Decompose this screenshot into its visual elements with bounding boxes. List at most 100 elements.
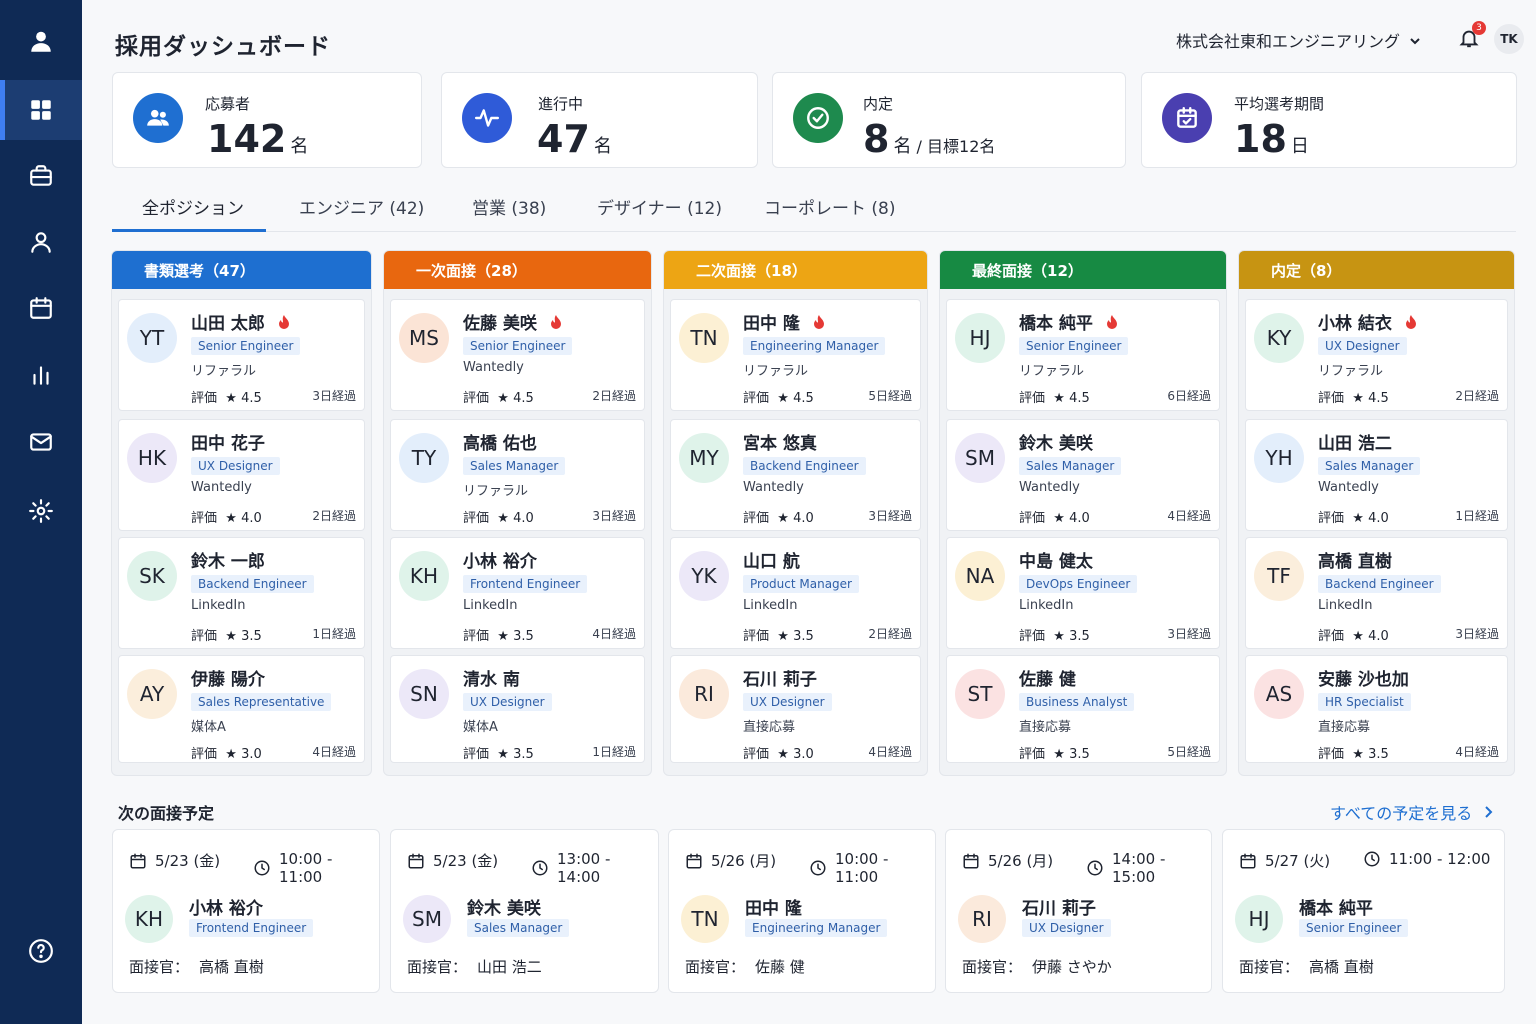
candidate-name: 小林 裕介 [463, 552, 537, 572]
candidate-days-elapsed: 2日経過 [1455, 389, 1499, 403]
candidate-days-elapsed: 1日経過 [1455, 509, 1499, 523]
candidate-card[interactable]: MS 佐藤 美咲 Senior Engineer Wantedly 評価 ★ 4.5 2日… [390, 299, 645, 411]
candidate-source: 媒体A [463, 720, 498, 735]
candidate-rating: 評価 ★ 4.5 [1019, 391, 1090, 406]
sidebar-item-jobs[interactable] [0, 146, 82, 206]
interview-card[interactable]: 5/23 (金) 10:00 - 11:00 KH 小林 裕介 Frontend Eng… [112, 829, 380, 993]
interview-card[interactable]: 5/26 (月) 14:00 - 15:00 RI 石川 莉子 UX Designer 面… [945, 829, 1212, 993]
candidate-name-row: 橋本 純平 [1019, 309, 1119, 334]
stage-column: 書類選考（47） YT 山田 太郎 Senior Engineer リファラル 評価 ★ … [111, 250, 372, 776]
clock-icon [1086, 859, 1104, 877]
candidate-role-badge: Product Manager [743, 575, 859, 593]
candidate-card[interactable]: HK 田中 花子 UX Designer Wantedly 評価 ★ 4.0 2日経過 [118, 419, 365, 531]
candidate-source: リファラル [1318, 364, 1384, 379]
candidate-card[interactable]: SK 鈴木 一郎 Backend Engineer LinkedIn 評価 ★ 3.5 1… [118, 537, 365, 649]
clock-icon [1363, 850, 1381, 868]
page-title: 採用ダッシュボード [115, 34, 331, 60]
candidate-name: 山口 航 [743, 552, 800, 572]
candidate-card[interactable]: AS 安藤 沙也加 HR Specialist 直接応募 評価 ★ 3.5 4日経過 [1245, 655, 1508, 763]
candidate-card[interactable]: HJ 橋本 純平 Senior Engineer リファラル 評価 ★ 4.5 6日経過 [946, 299, 1220, 411]
candidate-avatar: KY [1254, 313, 1304, 363]
candidate-name: 山田 浩二 [1318, 434, 1392, 454]
candidate-name-row: 石川 莉子 [743, 665, 817, 690]
interview-card[interactable]: 5/26 (月) 10:00 - 11:00 TN 田中 隆 Engineering M… [668, 829, 936, 993]
tab-all-positions[interactable]: 全ポジション [142, 194, 244, 219]
candidate-source: Wantedly [191, 480, 252, 495]
tab-designer[interactable]: デザイナー (12) [597, 194, 722, 219]
sidebar-item-settings[interactable] [0, 481, 82, 541]
candidate-card[interactable]: KY 小林 結衣 UX Designer リファラル 評価 ★ 4.5 2日経過 [1245, 299, 1508, 411]
interviewer: 面接官： 高橋 直樹 [1239, 958, 1374, 976]
candidate-avatar: TF [1254, 551, 1304, 601]
candidate-name: 佐藤 美咲 [463, 314, 537, 334]
sidebar-item-messages[interactable] [0, 412, 82, 472]
tab-corporate[interactable]: コーポレート (8) [764, 194, 895, 219]
candidate-avatar: KH [399, 551, 449, 601]
candidate-name: 橋本 純平 [1299, 899, 1373, 919]
candidate-card[interactable]: NA 中島 健太 DevOps Engineer LinkedIn 評価 ★ 3.5 3日… [946, 537, 1220, 649]
candidate-source: LinkedIn [1318, 598, 1373, 613]
position-tabs: 全ポジション エンジニア (42) 営業 (38) デザイナー (12) コーポ… [112, 186, 1516, 232]
sidebar-item-dashboard[interactable] [0, 80, 82, 140]
candidate-name: 田中 隆 [745, 899, 802, 919]
candidate-name-row: 山田 浩二 [1318, 429, 1392, 454]
interview-time: 10:00 - 11:00 [809, 850, 935, 886]
users-icon [133, 93, 183, 143]
candidate-name-row: 山口 航 [743, 547, 800, 572]
sidebar-item-reports[interactable] [0, 345, 82, 405]
candidate-avatar: HK [127, 433, 177, 483]
candidate-rating: 評価 ★ 3.0 [743, 747, 814, 762]
see-all-interviews-link[interactable]: すべての予定を見る [1330, 800, 1494, 824]
interview-time: 13:00 - 14:00 [531, 850, 658, 886]
candidate-name: 高橋 直樹 [1318, 552, 1392, 572]
sidebar-item-profile[interactable] [0, 12, 82, 72]
candidate-days-elapsed: 1日経過 [592, 745, 636, 759]
fire-icon [1105, 314, 1119, 330]
candidate-role-badge: UX Designer [1318, 337, 1407, 355]
chevron-right-icon [1485, 806, 1493, 818]
candidate-card[interactable]: YT 山田 太郎 Senior Engineer リファラル 評価 ★ 4.5 3日経過 [118, 299, 365, 411]
candidate-name-row: 安藤 沙也加 [1318, 665, 1409, 690]
candidate-card[interactable]: TN 田中 隆 Engineering Manager リファラル 評価 ★ 4.5 5日… [670, 299, 921, 411]
clock-icon [809, 859, 827, 877]
calendar-icon [685, 852, 703, 870]
candidate-card[interactable]: KH 小林 裕介 Frontend Engineer LinkedIn 評価 ★ 3.5… [390, 537, 645, 649]
interview-card[interactable]: 5/27 (火) 11:00 - 12:00 HJ 橋本 純平 Senior Engin… [1222, 829, 1505, 993]
candidate-card[interactable]: SN 清水 南 UX Designer 媒体A 評価 ★ 3.5 1日経過 [390, 655, 645, 763]
candidate-avatar: YT [127, 313, 177, 363]
candidate-card[interactable]: TY 高橋 佑也 Sales Manager リファラル 評価 ★ 4.0 3日経過 [390, 419, 645, 531]
help-icon [29, 939, 53, 963]
user-avatar[interactable]: TK [1494, 24, 1524, 54]
candidate-card[interactable]: MY 宮本 悠真 Backend Engineer Wantedly 評価 ★ 4.0 3… [670, 419, 921, 531]
candidate-source: 媒体A [191, 720, 226, 735]
candidate-name: 小林 裕介 [189, 899, 263, 919]
candidate-source: LinkedIn [743, 598, 798, 613]
activity-icon [462, 93, 512, 143]
candidate-days-elapsed: 2日経過 [312, 509, 356, 523]
candidate-role-badge: Senior Engineer [1299, 919, 1409, 937]
sidebar-item-help[interactable] [0, 921, 82, 981]
interview-card[interactable]: 5/23 (金) 13:00 - 14:00 SM 鈴木 美咲 Sales Manage… [390, 829, 659, 993]
tab-engineer[interactable]: エンジニア (42) [299, 194, 424, 219]
candidate-name-row: 山田 太郎 [191, 309, 291, 334]
candidate-name: 安藤 沙也加 [1318, 670, 1409, 690]
candidate-card[interactable]: TF 高橋 直樹 Backend Engineer LinkedIn 評価 ★ 4.0 3… [1245, 537, 1508, 649]
candidate-card[interactable]: RI 石川 莉子 UX Designer 直接応募 評価 ★ 3.0 4日経過 [670, 655, 921, 763]
kpi-label: 平均選考期間 [1234, 95, 1325, 113]
candidate-source: Wantedly [743, 480, 804, 495]
candidate-name: 山田 太郎 [191, 314, 265, 334]
company-selector[interactable]: 株式会社東和エンジニアリング [1176, 28, 1422, 52]
candidate-card[interactable]: ST 佐藤 健 Business Analyst 直接応募 評価 ★ 3.5 5日経過 [946, 655, 1220, 763]
tab-sales[interactable]: 営業 (38) [472, 194, 546, 219]
sidebar-item-candidates[interactable] [0, 212, 82, 272]
candidate-source: LinkedIn [191, 598, 246, 613]
candidate-card[interactable]: YH 山田 浩二 Sales Manager Wantedly 評価 ★ 4.0 1日経過 [1245, 419, 1508, 531]
candidate-card[interactable]: AY 伊藤 陽介 Sales Representative 媒体A 評価 ★ 3.0 4日… [118, 655, 365, 763]
notifications-button[interactable]: 3 [1458, 21, 1486, 51]
candidate-name: 小林 結衣 [1318, 314, 1392, 334]
stage-column: 二次面接（18） TN 田中 隆 Engineering Manager リファラル 評価… [663, 250, 928, 776]
sidebar-item-calendar[interactable] [0, 278, 82, 338]
candidate-card[interactable]: SM 鈴木 美咲 Sales Manager Wantedly 評価 ★ 4.0 4日経過 [946, 419, 1220, 531]
candidate-days-elapsed: 4日経過 [592, 627, 636, 641]
candidate-card[interactable]: YK 山口 航 Product Manager LinkedIn 評価 ★ 3.5 2日経… [670, 537, 921, 649]
